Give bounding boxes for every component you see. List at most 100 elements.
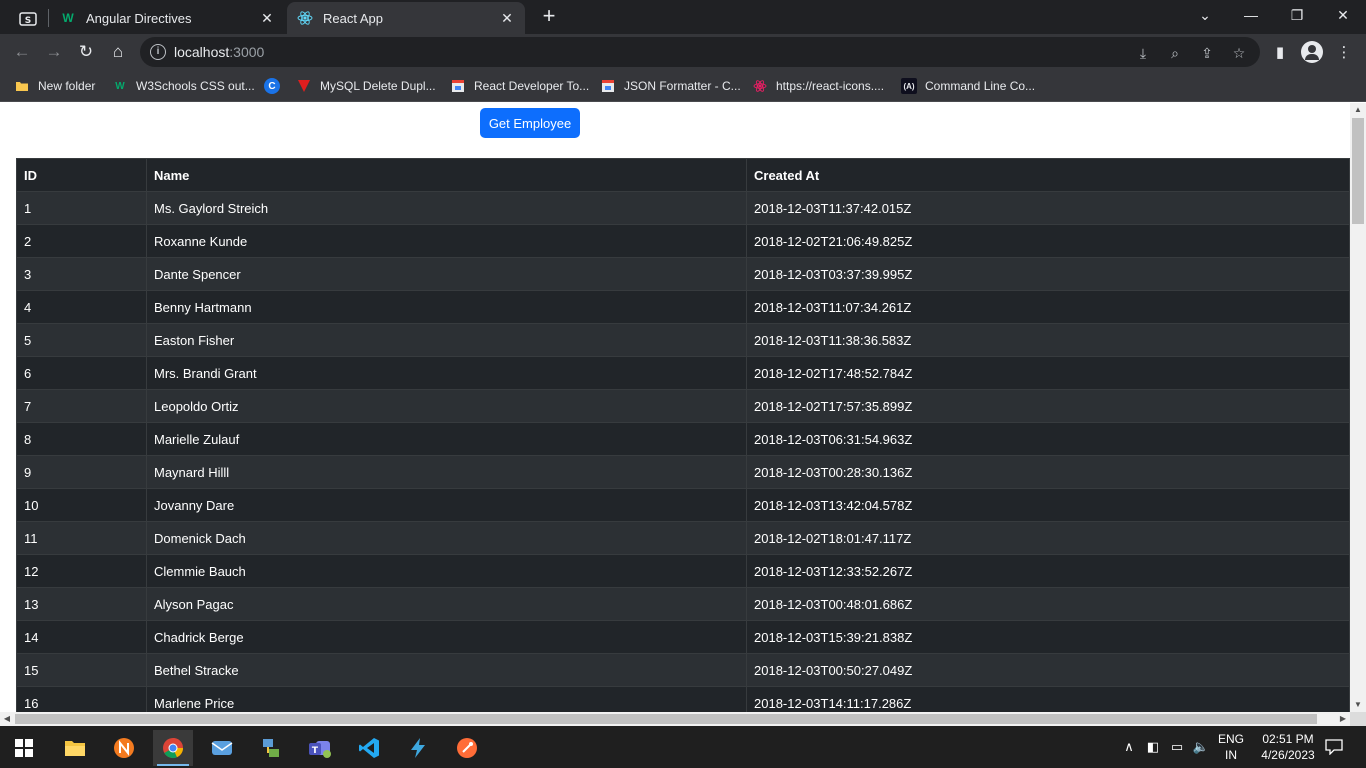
cell-name: Jovanny Dare — [146, 488, 747, 522]
share-icon[interactable]: ⇪ — [1198, 44, 1216, 62]
address-url[interactable]: localhost:3000 — [174, 44, 264, 60]
horizontal-scrollbar[interactable]: ◀ ▶ — [0, 712, 1350, 726]
angular-icon: (A) — [901, 78, 917, 94]
network-icon[interactable]: ▭ — [1168, 738, 1186, 756]
bookmark-new-folder[interactable]: New folder — [14, 76, 95, 96]
file-explorer-icon — [65, 741, 85, 756]
cell-id: 13 — [16, 587, 147, 621]
scroll-down-icon[interactable]: ▼ — [1350, 698, 1366, 712]
bookmark-mysql[interactable]: MySQL Delete Dupl... — [296, 76, 436, 96]
taskbar-vscode[interactable] — [349, 730, 389, 766]
site-info-icon[interactable]: i — [150, 44, 166, 60]
vertical-scroll-thumb[interactable] — [1352, 118, 1364, 224]
cell-id: 14 — [16, 620, 147, 654]
zoom-icon[interactable]: ⌕ — [1166, 44, 1184, 62]
close-icon[interactable]: ✕ — [499, 10, 515, 26]
cell-id: 3 — [16, 257, 147, 291]
restore-icon[interactable]: ❐ — [1274, 0, 1320, 30]
table-row: 15 Bethel Stracke 2018-12-03T00:50:27.049Z — [16, 653, 1350, 687]
menu-icon[interactable]: ⋮ — [1334, 42, 1354, 62]
tab-title: React App — [323, 10, 383, 26]
bookmark-label: https://react-icons.... — [776, 79, 885, 93]
postman-icon — [457, 738, 477, 758]
scroll-left-icon[interactable]: ◀ — [0, 712, 14, 726]
tab-react-app[interactable]: React App ✕ — [287, 2, 525, 34]
reload-icon[interactable]: ↻ — [72, 38, 100, 66]
volume-icon[interactable]: 🔈 — [1192, 738, 1210, 756]
window-close-icon[interactable]: ✕ — [1320, 0, 1366, 30]
taskbar-mail[interactable] — [202, 730, 242, 766]
bookmark-google[interactable]: C — [264, 76, 288, 96]
bookmark-command-line[interactable]: (A) Command Line Co... — [901, 76, 1035, 96]
cell-created-at: 2018-12-03T00:28:30.136Z — [746, 455, 1350, 489]
table-row: 3 Dante Spencer 2018-12-03T03:37:39.995Z — [16, 257, 1350, 291]
table-row: 4 Benny Hartmann 2018-12-03T11:07:34.261Z — [16, 290, 1350, 324]
profile-avatar-icon[interactable] — [1301, 41, 1323, 63]
pinned-tab[interactable]: S — [8, 4, 48, 34]
tab-search-icon[interactable]: ⌄ — [1182, 0, 1228, 30]
taskbar-postman[interactable] — [447, 730, 487, 766]
table-header-row: ID Name Created At — [16, 158, 1350, 192]
home-icon[interactable]: ⌂ — [104, 38, 132, 66]
react-icon — [297, 10, 313, 26]
get-employee-button[interactable]: Get Employee — [480, 108, 580, 138]
cell-id: 7 — [16, 389, 147, 423]
taskbar-bolt-app[interactable] — [398, 730, 438, 766]
tab-angular-directives[interactable]: W Angular Directives ✕ — [50, 2, 285, 34]
address-bar[interactable]: i localhost:3000 ⤓ ⌕ ⇪ ☆ — [140, 37, 1260, 67]
header-id: ID — [16, 158, 147, 192]
table-row: 14 Chadrick Berge 2018-12-03T15:39:21.838Z — [16, 620, 1350, 654]
employee-table: ID Name Created At 1 Ms. Gaylord Streich 2… — [16, 158, 1350, 712]
cell-name: Chadrick Berge — [146, 620, 747, 654]
scroll-right-icon[interactable]: ▶ — [1336, 712, 1350, 726]
close-icon[interactable]: ✕ — [259, 10, 275, 26]
cell-name: Leopoldo Ortiz — [146, 389, 747, 423]
language-indicator[interactable]: ENG IN — [1214, 732, 1248, 762]
bookmark-json-formatter[interactable]: JSON Formatter - C... — [600, 76, 741, 96]
camera-icon[interactable]: ◧ — [1144, 738, 1162, 756]
table-row: 12 Clemmie Bauch 2018-12-03T12:33:52.267Z — [16, 554, 1350, 588]
svg-text:S: S — [25, 16, 31, 26]
install-app-icon[interactable]: ⤓ — [1134, 44, 1152, 62]
table-row: 11 Domenick Dach 2018-12-02T18:01:47.117Z — [16, 521, 1350, 555]
cell-id: 8 — [16, 422, 147, 456]
clock-date: 4/26/2023 — [1261, 748, 1315, 762]
bookmark-star-icon[interactable]: ☆ — [1230, 44, 1248, 62]
notification-icon[interactable] — [1324, 738, 1344, 756]
scroll-up-icon[interactable]: ▲ — [1350, 103, 1366, 117]
new-tab-button[interactable]: + — [538, 5, 560, 28]
vertical-scrollbar[interactable]: ▲ ▼ — [1350, 103, 1366, 712]
taskbar-file-explorer[interactable] — [55, 730, 95, 766]
bookmark-react-devtools[interactable]: React Developer To... — [450, 76, 589, 96]
minimize-icon[interactable]: — — [1228, 0, 1274, 30]
clock[interactable]: 02:51 PM 4/26/2023 — [1250, 732, 1326, 762]
taskbar-chrome[interactable] — [153, 730, 193, 766]
region-code: IN — [1225, 748, 1237, 762]
forward-icon[interactable]: → — [40, 38, 68, 66]
show-hidden-icons-icon[interactable]: ∧ — [1120, 738, 1138, 756]
start-button[interactable] — [4, 730, 44, 766]
taskbar-app[interactable] — [104, 730, 144, 766]
horizontal-scroll-thumb[interactable] — [15, 714, 1317, 724]
taskbar-teams[interactable]: T — [300, 730, 340, 766]
cell-created-at: 2018-12-03T11:07:34.261Z — [746, 290, 1350, 324]
cell-id: 2 — [16, 224, 147, 258]
bookmark-react-icons[interactable]: https://react-icons.... — [752, 76, 884, 96]
react-icons-icon — [752, 78, 768, 94]
bookmark-w3schools[interactable]: W W3Schools CSS out... — [112, 76, 254, 96]
cell-created-at: 2018-12-03T15:39:21.838Z — [746, 620, 1350, 654]
table-row: 5 Easton Fisher 2018-12-03T11:38:36.583Z — [16, 323, 1350, 357]
tab-separator — [48, 9, 49, 27]
back-icon[interactable]: ← — [8, 38, 36, 66]
app-icon — [114, 738, 134, 758]
w3schools-icon: W — [62, 11, 74, 25]
bookmarks-bar: New folder W W3Schools CSS out... C MySQ… — [0, 70, 1366, 102]
table-row: 7 Leopoldo Ortiz 2018-12-02T17:57:35.899Z — [16, 389, 1350, 423]
header-name: Name — [146, 158, 747, 192]
taskbar-network-app[interactable] — [251, 730, 291, 766]
cell-created-at: 2018-12-02T17:57:35.899Z — [746, 389, 1350, 423]
cell-id: 12 — [16, 554, 147, 588]
side-panel-icon[interactable]: ▮ — [1270, 42, 1290, 62]
cell-name: Clemmie Bauch — [146, 554, 747, 588]
table-row: 1 Ms. Gaylord Streich 2018-12-03T11:37:42.… — [16, 191, 1350, 225]
